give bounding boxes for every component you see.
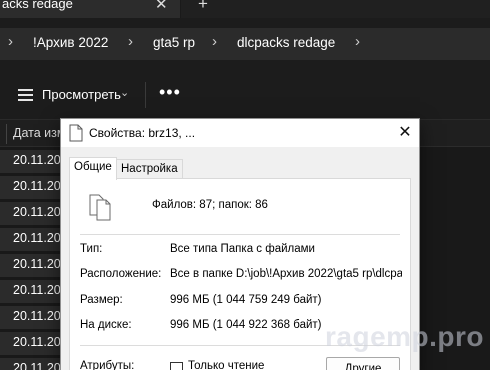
new-tab-icon[interactable]: +	[198, 0, 208, 14]
command-bar: Просмотреть ⌄ •••	[0, 70, 490, 120]
chevron-right-icon[interactable]: ›	[128, 33, 133, 50]
type-value: Все типа Папка с файлами	[170, 243, 315, 255]
view-list-icon	[18, 89, 33, 101]
chevron-down-icon: ⌄	[120, 87, 130, 99]
breadcrumb-item-gta5[interactable]: gta5 rp	[153, 35, 195, 50]
tab-general[interactable]: Общие	[69, 157, 117, 180]
document-icon	[69, 124, 83, 142]
close-icon[interactable]: ✕	[393, 123, 417, 145]
dialog-tabs: Общие Настройка	[69, 157, 411, 180]
command-bar-divider	[145, 82, 146, 108]
breadcrumb[interactable]: › !Архив 2022 › gta5 rp › dlcpacks redag…	[0, 28, 490, 60]
files-count: Файлов: 87; папок: 86	[152, 199, 268, 211]
location-label: Расположение:	[80, 268, 162, 280]
explorer-tabstrip: acks redage ✕ +	[0, 0, 490, 18]
watermark: ragemp.pro	[325, 321, 485, 352]
chevron-right-icon[interactable]: ›	[355, 33, 360, 50]
multiple-files-icon	[89, 194, 111, 221]
readonly-checkbox-label[interactable]: Только чтение	[188, 360, 264, 370]
view-button-label: Просмотреть	[42, 87, 121, 102]
type-label: Тип:	[80, 243, 103, 255]
size-value: 996 МБ (1 044 759 249 байт)	[170, 294, 322, 306]
explorer-tab-title: acks redage	[2, 0, 73, 11]
dialog-title: Свойства: brz13, ...	[89, 126, 196, 140]
breadcrumb-item-dlcpacks[interactable]: dlcpacks redage	[237, 35, 335, 50]
explorer-tab[interactable]: acks redage ✕	[0, 0, 181, 18]
list-item[interactable]: 20.11.2022	[0, 202, 75, 225]
divider	[80, 234, 400, 235]
breadcrumb-item-archive[interactable]: !Архив 2022	[33, 35, 108, 50]
list-item[interactable]: 20.11.2022	[0, 332, 75, 355]
chevron-right-icon[interactable]: ›	[8, 33, 13, 50]
size-label: Размер:	[80, 294, 123, 306]
list-item[interactable]: 20.11.2022	[0, 228, 75, 251]
list-item[interactable]: 20.11.2022	[0, 358, 75, 370]
dialog-titlebar[interactable]: Свойства: brz13, ... ✕	[61, 119, 419, 147]
location-value[interactable]: Все в папке D:\job\!Архив 2022\gta5 rp\d…	[170, 268, 402, 280]
tab-customize[interactable]: Настройка	[116, 159, 183, 179]
chevron-right-icon[interactable]: ›	[212, 33, 217, 50]
list-item[interactable]: 20.11.2022	[0, 306, 75, 329]
readonly-checkbox[interactable]	[170, 362, 183, 370]
list-item[interactable]: 20.11.2022	[0, 254, 75, 277]
column-header-date[interactable]: Дата изм	[13, 126, 65, 140]
address-bar: › !Архив 2022 › gta5 rp › dlcpacks redag…	[0, 18, 490, 70]
other-attributes-button[interactable]: Другие	[326, 357, 400, 370]
close-tab-icon[interactable]: ✕	[155, 0, 168, 13]
list-item[interactable]: 20.11.2022	[0, 176, 75, 199]
more-options-button[interactable]: •••	[159, 82, 181, 103]
list-item[interactable]: 20.11.2022	[0, 150, 75, 173]
size-on-disk-label: На диске:	[80, 319, 132, 331]
attributes-label: Атрибуты:	[80, 360, 135, 370]
column-divider[interactable]	[6, 124, 7, 144]
list-item[interactable]: 20.11.2022	[0, 280, 75, 303]
